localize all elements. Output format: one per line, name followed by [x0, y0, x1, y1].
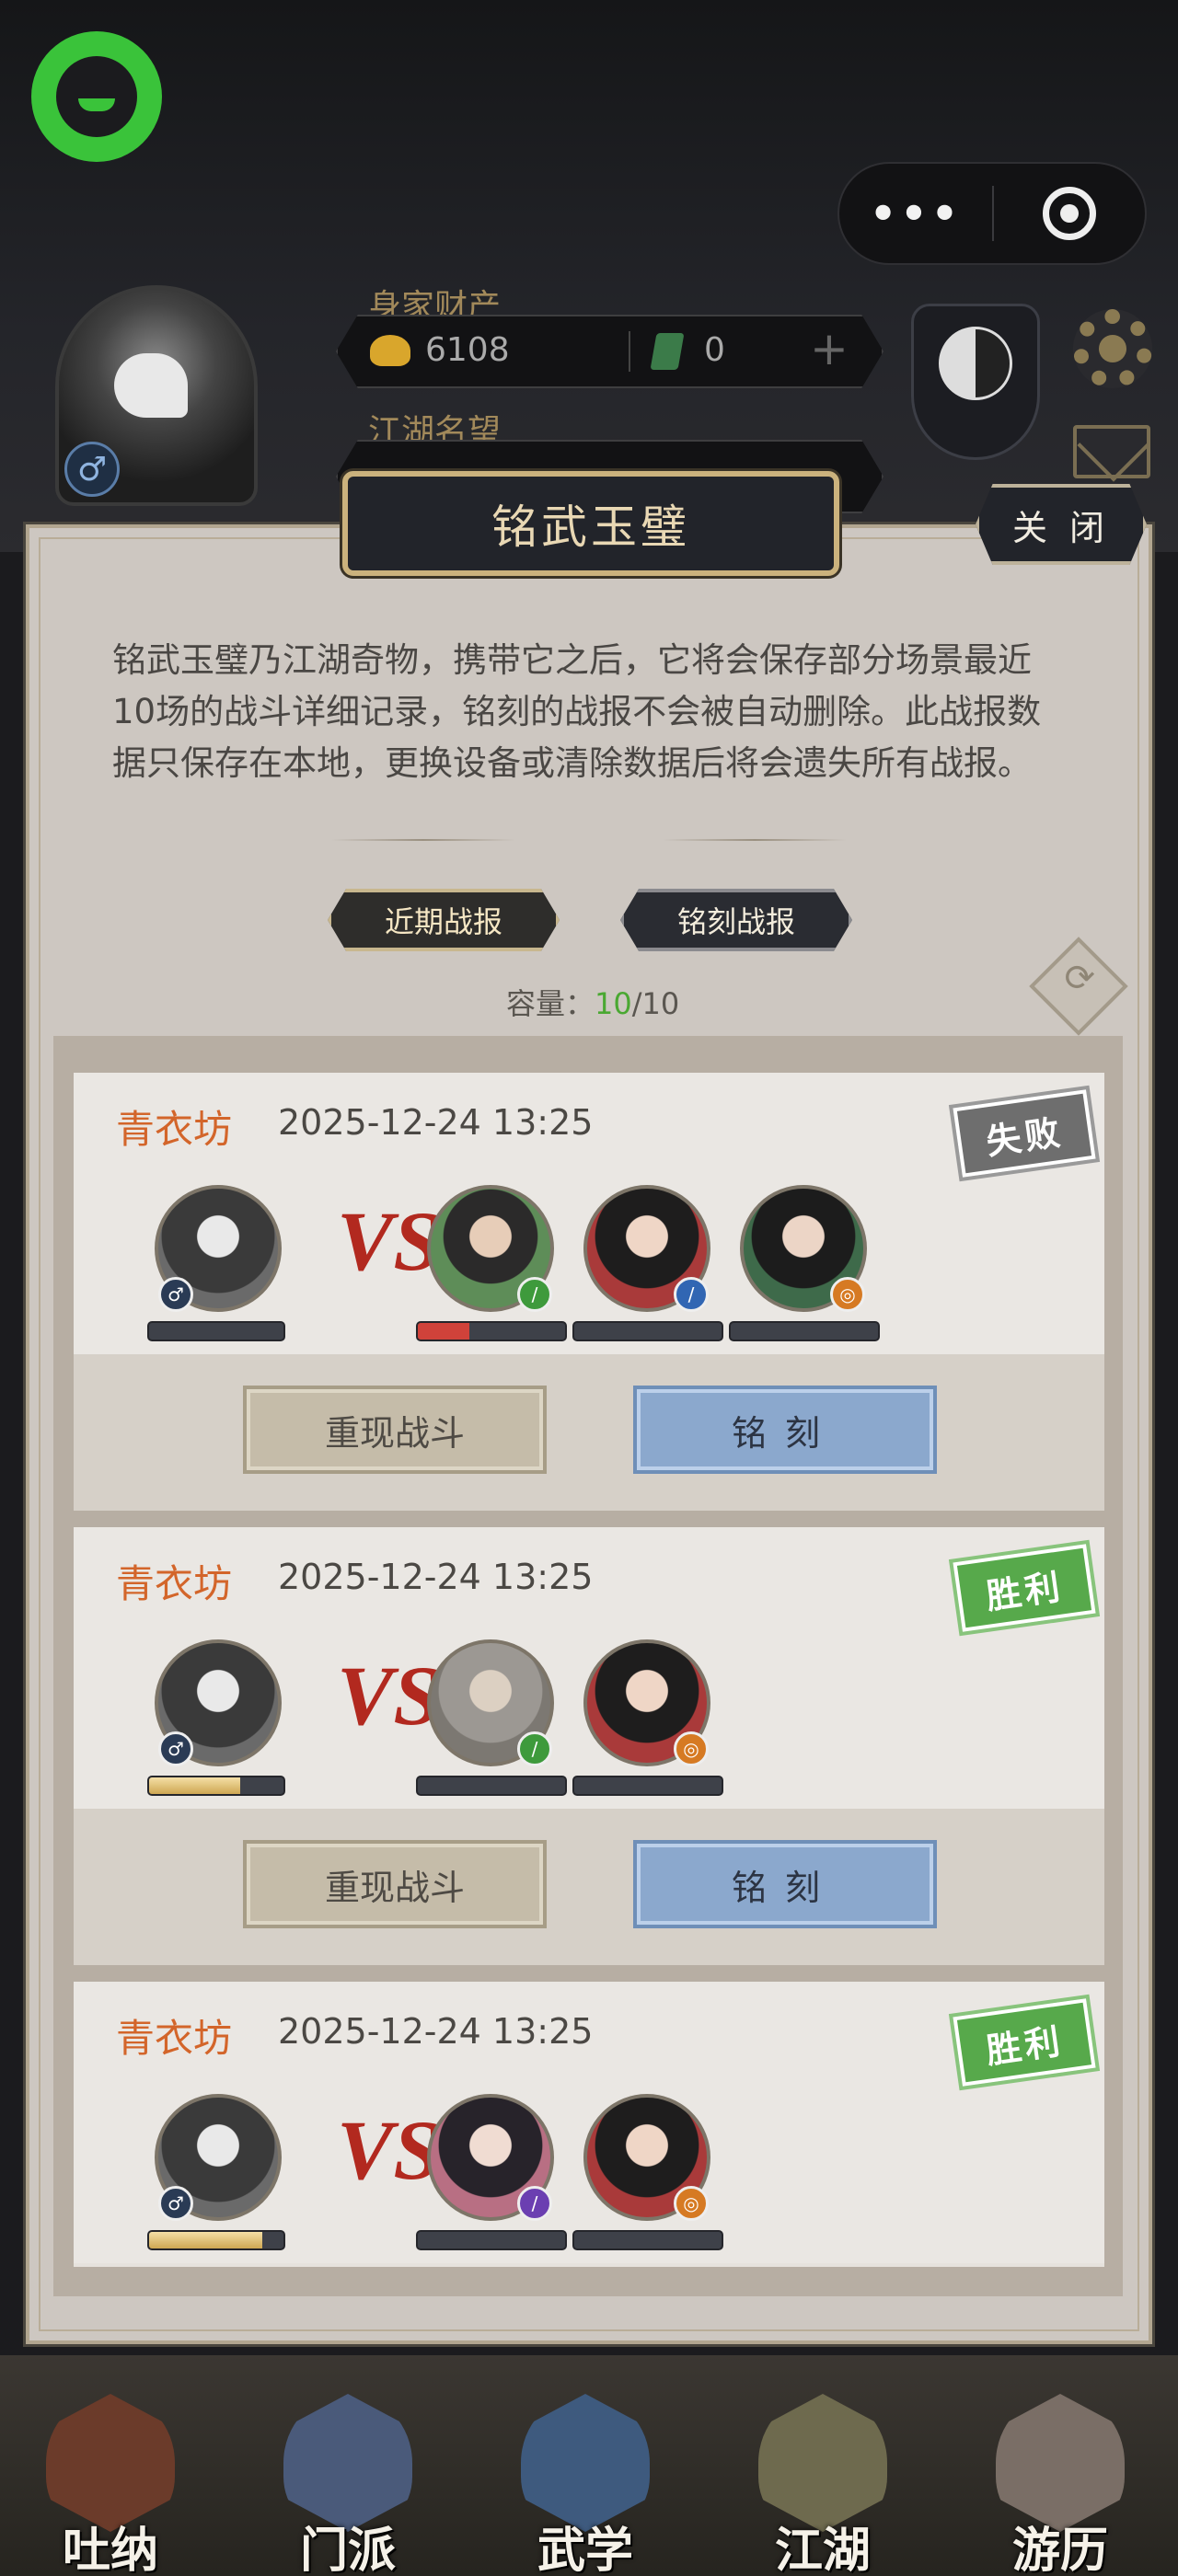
enemy-hp-bar: [416, 1321, 567, 1341]
male-icon: ♂: [64, 442, 120, 497]
target-icon: [1042, 187, 1096, 240]
add-currency-button[interactable]: +: [810, 322, 849, 375]
sword-class-icon: /: [517, 1277, 552, 1312]
enemy-hp-bar: [416, 1776, 567, 1796]
close-button[interactable]: 关 闭: [976, 484, 1147, 565]
capacity-indicator: 容量：10/10: [506, 981, 679, 1023]
record-time: 2025-12-24 13:25: [278, 1557, 594, 1597]
player-hp-bar: [147, 1321, 285, 1341]
record-location: 青衣坊: [116, 1564, 233, 1606]
taiji-badge[interactable]: [911, 304, 1040, 460]
record-location: 青衣坊: [116, 1110, 233, 1152]
gear-icon[interactable]: [1073, 309, 1152, 388]
vs-label: VS: [337, 1194, 441, 1288]
enemy-hp-bar: [572, 2230, 723, 2250]
engrave-button[interactable]: 铭刻: [633, 1840, 937, 1928]
player-hp-bar: [147, 1776, 285, 1796]
yin-yang-icon: [939, 327, 1012, 400]
enemy-hp-bar: [572, 1776, 723, 1796]
male-icon: ♂: [158, 2186, 193, 2221]
vs-label: VS: [337, 2103, 441, 2197]
capacity-label: 容量：: [506, 986, 595, 1021]
nav-label: 吐纳: [62, 2525, 158, 2576]
nav-item-travel[interactable]: 游历: [977, 2385, 1143, 2576]
nav-item-breathing[interactable]: 吐纳: [28, 2385, 193, 2576]
tab-recent-reports[interactable]: 近期战报: [328, 889, 560, 951]
engrave-button[interactable]: 铭刻: [633, 1386, 937, 1474]
sword-class-icon: /: [517, 1731, 552, 1766]
modal-title: 铭武玉璧: [342, 471, 839, 576]
wealth-bar: [336, 315, 884, 388]
enemy-hp-bar: [729, 1321, 880, 1341]
wealth-separator: [629, 331, 630, 372]
male-icon: ♂: [158, 1277, 193, 1312]
tab-engraved-reports[interactable]: 铭刻战报: [620, 889, 852, 951]
nav-item-martial-arts[interactable]: 武学: [502, 2385, 668, 2576]
capacity-used: 10: [595, 986, 632, 1021]
male-icon: ♂: [158, 1731, 193, 1766]
chat-logo-icon[interactable]: [31, 31, 162, 162]
nav-label: 江湖: [774, 2525, 871, 2576]
vs-label: VS: [337, 1649, 441, 1742]
enemy-hp-bar: [572, 1321, 723, 1341]
capacity-total: /10: [631, 986, 680, 1021]
blade-class-icon: /: [674, 1277, 709, 1312]
player-hp-bar: [147, 2230, 285, 2250]
list-item: 青衣坊 2025-12-24 13:25 失败 ♂ VS / / ◎ 重现战斗 …: [74, 1073, 1104, 1511]
record-time: 2025-12-24 13:25: [278, 2011, 594, 2052]
jade-value: 0: [704, 331, 725, 369]
list-item: 青衣坊 2025-12-24 13:25 胜利 ♂ VS / ◎ 重现战斗 铭刻: [74, 1527, 1104, 1965]
mini-program-capsule: •••: [837, 162, 1147, 265]
ornament-divider: [331, 837, 847, 843]
fist-class-icon: ◎: [674, 2186, 709, 2221]
nav-item-sect[interactable]: 门派: [265, 2385, 431, 2576]
replay-battle-button[interactable]: 重现战斗: [243, 1386, 547, 1474]
nav-item-jianghu[interactable]: 江湖: [740, 2385, 906, 2576]
replay-battle-button[interactable]: 重现战斗: [243, 1840, 547, 1928]
nav-label: 武学: [537, 2525, 633, 2576]
nav-label: 门派: [299, 2525, 396, 2576]
more-button[interactable]: •••: [839, 164, 992, 263]
fist-class-icon: ◎: [830, 1277, 865, 1312]
close-miniprogram-button[interactable]: [994, 164, 1145, 263]
fist-class-icon: ◎: [674, 1731, 709, 1766]
record-location: 青衣坊: [116, 2018, 233, 2061]
battle-report-list[interactable]: 青衣坊 2025-12-24 13:25 失败 ♂ VS / / ◎ 重现战斗 …: [53, 1036, 1123, 2296]
list-item: 青衣坊 2025-12-24 13:25 胜利 ♂ VS / ◎: [74, 1982, 1104, 2267]
enemy-hp-bar: [416, 2230, 567, 2250]
gold-value: 6108: [425, 331, 510, 369]
modal-description: 铭武玉璧乃江湖奇物，携带它之后，它将会保存部分场景最近10场的战斗详细记录，铭刻…: [112, 640, 1042, 783]
mail-icon[interactable]: [1073, 425, 1150, 478]
gold-ingot-icon: [370, 335, 410, 366]
record-time: 2025-12-24 13:25: [278, 1102, 594, 1143]
nav-label: 游历: [1011, 2525, 1108, 2576]
staff-class-icon: /: [517, 2186, 552, 2221]
